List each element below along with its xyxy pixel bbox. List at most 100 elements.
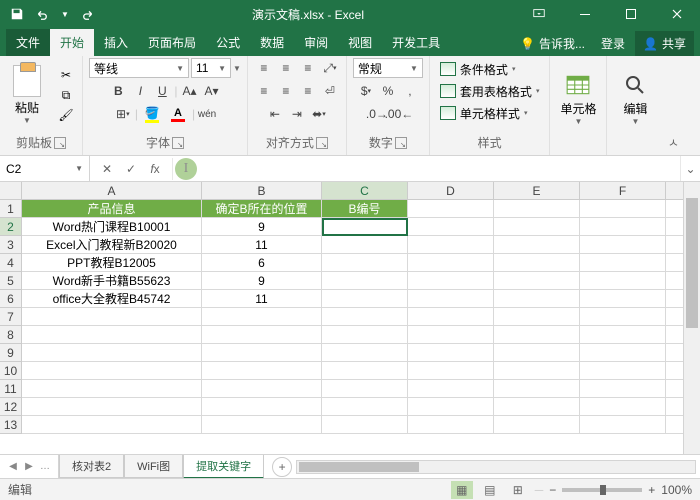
cell[interactable]	[580, 236, 666, 254]
cell[interactable]	[580, 308, 666, 326]
redo-button[interactable]	[78, 3, 100, 25]
bold-button[interactable]: B	[108, 81, 128, 101]
cell[interactable]	[202, 398, 322, 416]
enter-formula-button[interactable]: ✓	[120, 158, 142, 180]
col-header-b[interactable]: B	[202, 182, 322, 200]
tab-formula[interactable]: 公式	[206, 29, 250, 56]
cell[interactable]	[322, 254, 408, 272]
align-left-button[interactable]: ≡	[254, 81, 274, 101]
cell[interactable]	[202, 362, 322, 380]
horizontal-scrollbar[interactable]	[296, 460, 696, 474]
cell[interactable]	[322, 272, 408, 290]
cell[interactable]	[494, 380, 580, 398]
cell[interactable]: 9	[202, 272, 322, 290]
cell[interactable]	[22, 326, 202, 344]
cell[interactable]	[580, 362, 666, 380]
cell[interactable]	[408, 380, 494, 398]
row-header[interactable]: 12	[0, 398, 22, 416]
clipboard-launcher[interactable]	[54, 137, 66, 149]
cell[interactable]	[408, 200, 494, 218]
row-header[interactable]: 13	[0, 416, 22, 434]
cell[interactable]	[494, 416, 580, 434]
vertical-scrollbar[interactable]	[683, 182, 700, 454]
qat-chevron-icon[interactable]: ▼	[54, 3, 76, 25]
cell[interactable]	[580, 344, 666, 362]
wrap-text-button[interactable]: ⏎	[320, 81, 340, 101]
zoom-in-button[interactable]: +	[648, 483, 655, 497]
cell[interactable]	[322, 326, 408, 344]
cell[interactable]	[408, 308, 494, 326]
cut-button[interactable]: ✂	[56, 66, 76, 84]
cell-styles-button[interactable]: 单元格样式▾	[436, 102, 532, 124]
cell[interactable]	[322, 290, 408, 308]
increase-font-button[interactable]: A▴	[180, 81, 200, 101]
cell[interactable]	[408, 272, 494, 290]
cell[interactable]	[580, 326, 666, 344]
cell[interactable]	[580, 272, 666, 290]
formula-input[interactable]	[173, 156, 680, 181]
scroll-thumb[interactable]	[686, 198, 698, 328]
cell[interactable]	[494, 362, 580, 380]
maximize-button[interactable]	[608, 0, 654, 28]
row-header[interactable]: 3	[0, 236, 22, 254]
cell[interactable]	[22, 344, 202, 362]
zoom-out-button[interactable]: −	[549, 483, 556, 497]
cell[interactable]	[322, 416, 408, 434]
conditional-format-button[interactable]: 条件格式▾	[436, 58, 520, 80]
cell[interactable]	[494, 236, 580, 254]
tab-home[interactable]: 开始	[50, 29, 94, 56]
cell[interactable]	[408, 236, 494, 254]
cell[interactable]	[22, 308, 202, 326]
align-center-button[interactable]: ≡	[276, 81, 296, 101]
scroll-thumb[interactable]	[299, 462, 419, 472]
cell[interactable]: 6	[202, 254, 322, 272]
font-name-select[interactable]: 等线▼	[89, 58, 189, 78]
view-page-break-button[interactable]: ⊞	[507, 481, 529, 499]
zoom-slider[interactable]	[562, 488, 642, 492]
cell[interactable]	[322, 398, 408, 416]
cell[interactable]	[580, 398, 666, 416]
collapse-ribbon-button[interactable]: ㅅ	[663, 134, 683, 155]
format-painter-button[interactable]: 🖌	[56, 106, 76, 124]
cell[interactable]	[408, 218, 494, 236]
row-header[interactable]: 5	[0, 272, 22, 290]
cell[interactable]	[494, 398, 580, 416]
add-sheet-button[interactable]: +	[272, 457, 292, 477]
col-header-d[interactable]: D	[408, 182, 494, 200]
cell[interactable]	[202, 326, 322, 344]
border-button[interactable]: ⊞▾	[113, 104, 133, 124]
tab-insert[interactable]: 插入	[94, 29, 138, 56]
cell[interactable]: Word新手书籍B55623	[22, 272, 202, 290]
merge-button[interactable]: ⬌▾	[309, 104, 329, 124]
percent-button[interactable]: %	[378, 81, 398, 101]
number-launcher[interactable]	[395, 137, 407, 149]
signin-button[interactable]: 登录	[595, 31, 631, 56]
sheet-nav-more[interactable]: …	[38, 461, 52, 472]
increase-indent-button[interactable]: ⇥	[287, 104, 307, 124]
view-normal-button[interactable]: ▦	[451, 481, 473, 499]
tab-file[interactable]: 文件	[6, 29, 50, 56]
italic-button[interactable]: I	[130, 81, 150, 101]
cell[interactable]	[580, 290, 666, 308]
row-header[interactable]: 9	[0, 344, 22, 362]
name-box-input[interactable]	[6, 162, 66, 176]
cell[interactable]: PPT教程B12005	[22, 254, 202, 272]
sheet-nav-next[interactable]: ▶	[22, 461, 36, 472]
cell[interactable]	[408, 416, 494, 434]
align-right-button[interactable]: ≡	[298, 81, 318, 101]
cell[interactable]	[202, 344, 322, 362]
sheet-tab[interactable]: WiFi图	[124, 455, 183, 478]
cell[interactable]: office大全教程B45742	[22, 290, 202, 308]
copy-button[interactable]: ⧉	[56, 86, 76, 104]
tab-dev[interactable]: 开发工具	[382, 29, 450, 56]
col-header-c[interactable]: C	[322, 182, 408, 200]
cell[interactable]	[22, 362, 202, 380]
cell[interactable]	[494, 254, 580, 272]
sheet-nav-prev[interactable]: ◀	[6, 461, 20, 472]
cell[interactable]	[494, 218, 580, 236]
minimize-button[interactable]	[562, 0, 608, 28]
cell[interactable]	[408, 398, 494, 416]
align-top-button[interactable]: ≡	[254, 58, 274, 78]
grid[interactable]: A B C D E F 1 产品信息 确定B所在的位置 B编号 2 Word热门…	[0, 182, 700, 434]
undo-button[interactable]	[30, 3, 52, 25]
